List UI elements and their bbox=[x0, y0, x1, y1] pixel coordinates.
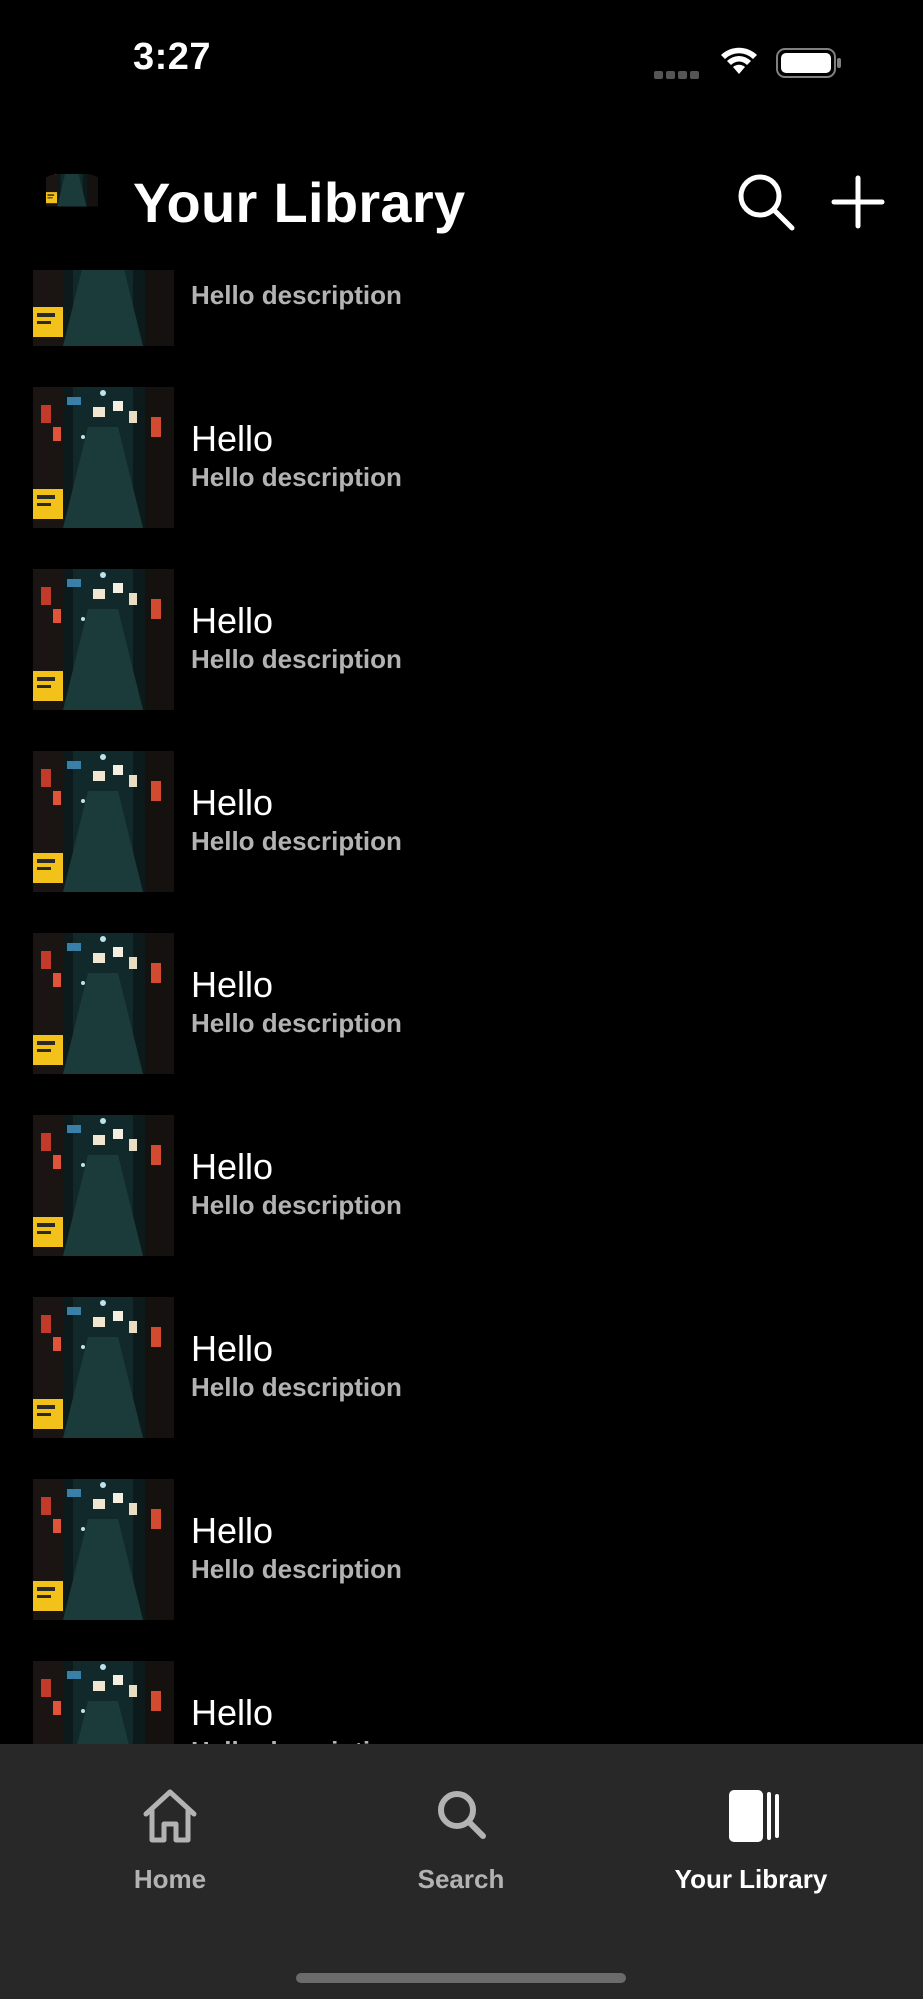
item-title: Hello bbox=[191, 600, 274, 641]
list-item[interactable]: Hello Hello description bbox=[0, 1258, 923, 1440]
library-list[interactable]: Hello Hello description Hello Hello desc… bbox=[0, 270, 923, 1744]
item-description: Hello description bbox=[191, 1190, 402, 1220]
item-description: Hello description bbox=[191, 826, 402, 856]
tab-search[interactable]: Search bbox=[351, 1784, 571, 1904]
cover-thumbnail bbox=[33, 1297, 174, 1438]
item-description: Hello description bbox=[191, 1736, 402, 1744]
tab-your-library-label: Your Library bbox=[674, 1864, 828, 1894]
item-title: Hello bbox=[191, 1692, 274, 1733]
item-title: Hello bbox=[191, 270, 273, 278]
wifi-icon bbox=[721, 47, 757, 74]
plus-icon[interactable] bbox=[826, 170, 890, 234]
item-title: Hello bbox=[191, 782, 274, 823]
item-description: Hello description bbox=[191, 1372, 402, 1402]
item-description: Hello description bbox=[191, 280, 402, 310]
battery-icon bbox=[776, 48, 841, 78]
list-item[interactable]: Hello Hello description bbox=[0, 1440, 923, 1622]
cover-thumbnail bbox=[33, 569, 174, 710]
item-title: Hello bbox=[191, 1328, 274, 1369]
page-title: Your Library bbox=[133, 171, 466, 234]
home-icon bbox=[143, 1789, 197, 1843]
list-item[interactable]: Hello Hello description bbox=[0, 712, 923, 894]
tab-home-label: Home bbox=[133, 1864, 207, 1894]
item-title: Hello bbox=[191, 418, 274, 459]
home-indicator[interactable] bbox=[296, 1973, 626, 1983]
tab-home[interactable]: Home bbox=[60, 1784, 280, 1904]
cover-thumbnail bbox=[33, 270, 174, 346]
cover-thumbnail bbox=[33, 1661, 174, 1744]
item-description: Hello description bbox=[191, 1554, 402, 1584]
cover-thumbnail bbox=[33, 751, 174, 892]
item-description: Hello description bbox=[191, 462, 402, 492]
cover-thumbnail bbox=[33, 1479, 174, 1620]
list-item[interactable]: Hello Hello description bbox=[0, 1622, 923, 1744]
library-icon bbox=[729, 1790, 779, 1842]
item-title: Hello bbox=[191, 964, 274, 1005]
tab-bar: Home Search Your Library bbox=[0, 1744, 923, 1999]
status-bar: 3:27 bbox=[0, 0, 923, 120]
list-item[interactable]: Hello Hello description bbox=[0, 348, 923, 530]
search-icon bbox=[438, 1791, 486, 1839]
list-item[interactable]: Hello Hello description bbox=[0, 530, 923, 712]
item-description: Hello description bbox=[191, 644, 402, 674]
status-time: 3:27 bbox=[133, 36, 212, 78]
search-icon[interactable] bbox=[734, 170, 798, 234]
cover-thumbnail bbox=[33, 1115, 174, 1256]
cover-thumbnail bbox=[33, 933, 174, 1074]
item-description: Hello description bbox=[191, 1008, 402, 1038]
item-title: Hello bbox=[191, 1510, 274, 1551]
cover-thumbnail bbox=[33, 387, 174, 528]
item-title: Hello bbox=[191, 1146, 274, 1187]
list-item[interactable]: Hello Hello description bbox=[0, 1076, 923, 1258]
list-item[interactable]: Hello Hello description bbox=[0, 894, 923, 1076]
tab-your-library[interactable]: Your Library bbox=[641, 1784, 861, 1904]
list-item[interactable]: Hello Hello description bbox=[0, 270, 923, 348]
library-header: Your Library bbox=[0, 150, 923, 260]
tab-search-label: Search bbox=[417, 1864, 505, 1894]
cellular-signal-icon bbox=[654, 66, 702, 79]
profile-avatar[interactable] bbox=[33, 174, 111, 226]
